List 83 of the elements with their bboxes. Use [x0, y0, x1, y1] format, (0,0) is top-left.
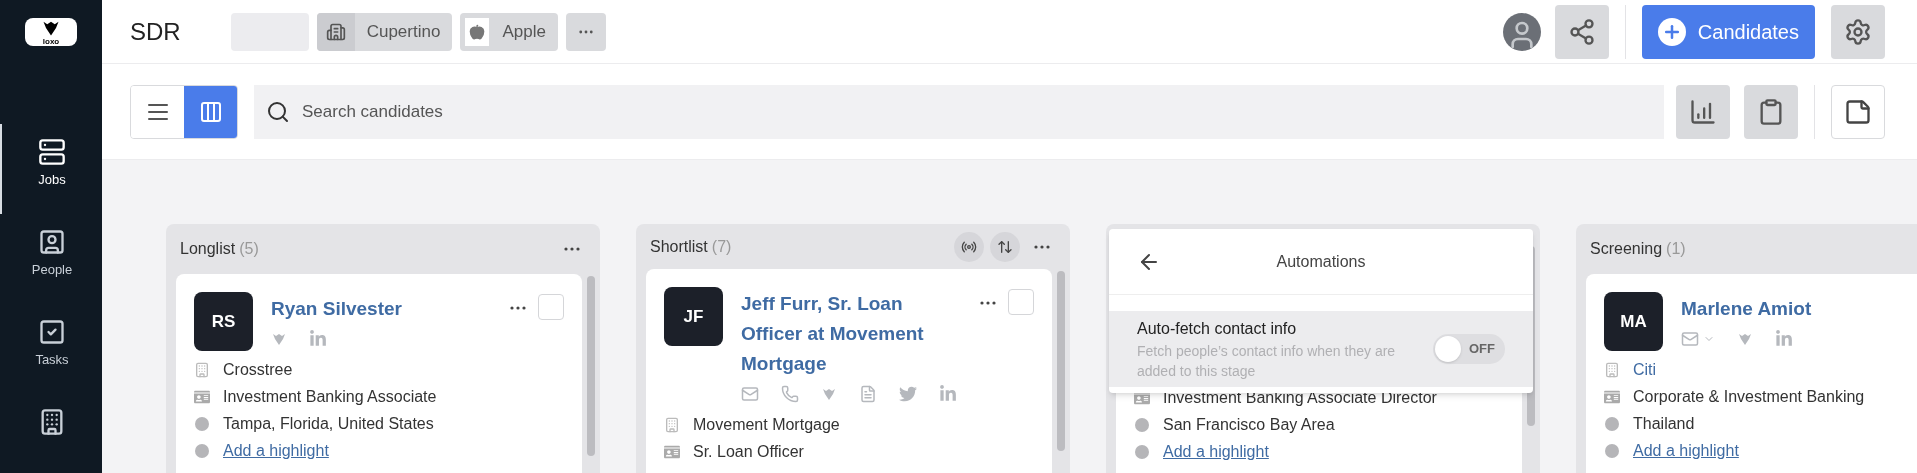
- server-icon: [38, 138, 66, 166]
- contact-card-icon: [38, 228, 66, 256]
- linkedin-icon[interactable]: [939, 385, 957, 403]
- job-title: Sr. Loan Officer: [693, 442, 804, 462]
- id-card-icon: [664, 443, 680, 460]
- column-title: Longlist: [180, 239, 236, 259]
- candidate-card[interactable]: RS Ryan Silvester Crosstree Investment Banking Associate Tampa, Florida, United States Add a highlight: [176, 274, 582, 473]
- logo-text: loxo: [42, 38, 60, 46]
- job-title: Corporate & Investment Banking: [1633, 387, 1865, 407]
- funnel-icon: [821, 386, 837, 402]
- setting-label: Auto-fetch contact info: [1137, 319, 1298, 339]
- sort-icon: [997, 238, 1013, 255]
- add-highlight-link[interactable]: Add a highlight: [223, 437, 329, 464]
- popup-title: Automations: [1275, 251, 1367, 272]
- clipboard-button[interactable]: [1744, 84, 1798, 139]
- toggle-switch[interactable]: OFF: [1433, 334, 1505, 364]
- column-title: Screening: [1590, 239, 1663, 259]
- candidate-card[interactable]: MA Marlene Amiot Citi Corporate & Investment Banking Thailand Add a highlight: [1586, 274, 1917, 473]
- checkbox-icon: [38, 318, 66, 346]
- location-text: Tampa, Florida, United States: [223, 414, 434, 434]
- twitter-icon[interactable]: [899, 385, 917, 403]
- add-highlight-link[interactable]: Add a highlight: [1633, 437, 1739, 464]
- candidate-name[interactable]: Ryan Silvester: [271, 294, 498, 324]
- share-button[interactable]: [1554, 4, 1609, 59]
- candidate-card[interactable]: JF Jeff Furr, Sr. Loan Officer at Movement Mortgage Movement Mortgage Sr. Loan Officer: [646, 269, 1052, 473]
- automation-button[interactable]: [954, 231, 984, 262]
- column-count: (1): [1666, 239, 1686, 259]
- company-name: Movement Mortgage: [693, 415, 840, 435]
- columns-icon: [198, 99, 223, 124]
- user-avatar[interactable]: [1502, 12, 1541, 51]
- column-title: Shortlist: [650, 236, 708, 257]
- notes-button[interactable]: [1831, 84, 1885, 139]
- add-candidates-button[interactable]: Candidates: [1641, 4, 1815, 59]
- job-title: Investment Banking Associate: [223, 387, 437, 407]
- add-chart-button[interactable]: [1676, 84, 1730, 139]
- email-icon[interactable]: [741, 385, 759, 403]
- location-text: San Francisco Bay Area: [1163, 415, 1335, 435]
- id-card-icon: [1604, 388, 1620, 405]
- linkedin-icon[interactable]: [1775, 330, 1793, 348]
- column-count: (7): [711, 236, 732, 257]
- document-icon[interactable]: [859, 385, 877, 403]
- select-checkbox[interactable]: [538, 294, 564, 320]
- column-menu-icon[interactable]: [1034, 244, 1050, 249]
- location-chip[interactable]: Cupertino: [316, 12, 453, 51]
- board-view-button[interactable]: [184, 85, 237, 138]
- share-icon: [1567, 17, 1596, 46]
- linkedin-icon[interactable]: [309, 330, 327, 348]
- phone-icon[interactable]: [781, 385, 799, 403]
- initials-avatar: MA: [1604, 292, 1663, 351]
- app-logo[interactable]: loxo: [25, 18, 77, 46]
- search-icon: [266, 99, 290, 124]
- select-checkbox[interactable]: [1008, 289, 1034, 315]
- column-menu-icon[interactable]: [564, 247, 580, 251]
- candidate-name[interactable]: Marlene Amiot: [1681, 294, 1917, 324]
- initials-avatar: JF: [664, 287, 723, 346]
- id-card-icon: [194, 388, 210, 405]
- company-chip[interactable]: Apple: [460, 12, 558, 51]
- page-title: SDR: [130, 16, 181, 47]
- scrollbar[interactable]: [587, 276, 595, 456]
- sidebar-item[interactable]: People: [0, 214, 102, 304]
- scrollbar[interactable]: [1057, 271, 1065, 451]
- chart-icon: [1689, 97, 1717, 126]
- more-icon[interactable]: [980, 301, 996, 305]
- funnel-icon: [271, 331, 287, 347]
- candidate-name[interactable]: Jeff Furr, Sr. Loan Officer at Movement Mortgage: [741, 289, 968, 379]
- initials-avatar: RS: [194, 292, 253, 351]
- search-field[interactable]: Search candidates: [254, 84, 1664, 139]
- note-icon: [1844, 97, 1872, 126]
- apple-icon: [469, 23, 486, 40]
- settings-icon: [1844, 17, 1872, 46]
- column-count: (5): [239, 239, 259, 259]
- location-text: Thailand: [1633, 414, 1695, 434]
- funnel-icon: [1737, 331, 1753, 347]
- settings-button[interactable]: [1831, 4, 1885, 59]
- building-icon: [325, 21, 346, 42]
- company-name: Crosstree: [223, 360, 293, 380]
- more-icon: [578, 29, 593, 34]
- add-highlight-link[interactable]: Add a highlight: [1163, 438, 1269, 465]
- sidebar-item[interactable]: Tasks: [0, 304, 102, 394]
- company-name[interactable]: Citi: [1633, 356, 1657, 383]
- more-icon[interactable]: [510, 306, 526, 310]
- email-menu-icon[interactable]: [1681, 330, 1715, 348]
- sort-button[interactable]: [990, 231, 1020, 262]
